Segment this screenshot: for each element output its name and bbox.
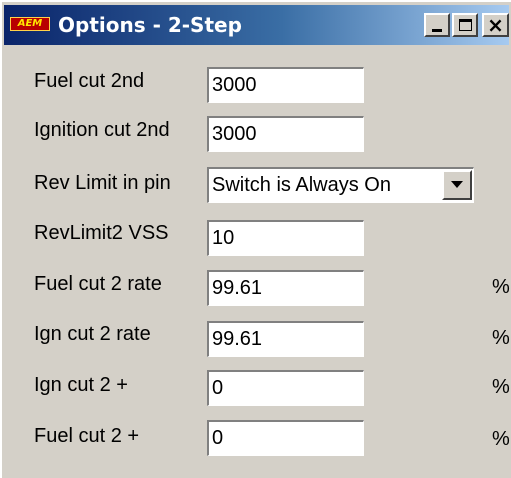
rev-limit-in-pin-value: Switch is Always On	[212, 174, 391, 196]
ign-cut-2-plus-unit: %	[492, 376, 510, 398]
ign-cut-2-rate-input[interactable]: 99.61	[207, 321, 364, 357]
ign-cut-2-rate-label: Ign cut 2 rate	[34, 323, 151, 345]
fuel-cut-2nd-label: Fuel cut 2nd	[34, 70, 145, 92]
options-form: Fuel cut 2nd 3000 Ignition cut 2nd 3000 …	[2, 45, 511, 478]
rev-limit-in-pin-select[interactable]: Switch is Always On	[207, 167, 474, 203]
ign-cut-2-plus-label: Ign cut 2 +	[34, 374, 128, 396]
title-bar[interactable]: AEM Options - 2-Step ×	[4, 5, 509, 45]
ignition-cut-2nd-label: Ignition cut 2nd	[34, 119, 170, 141]
fuel-cut-2-rate-input[interactable]: 99.61	[207, 270, 364, 306]
close-icon: ×	[487, 13, 504, 37]
ign-cut-2-rate-unit: %	[492, 327, 510, 349]
minimize-button[interactable]	[424, 13, 450, 37]
ign-cut-2-plus-input[interactable]: 0	[207, 370, 364, 406]
maximize-icon	[459, 19, 472, 31]
rev-limit-in-pin-label: Rev Limit in pin	[34, 172, 171, 194]
maximize-button[interactable]	[452, 13, 478, 37]
close-button[interactable]: ×	[482, 13, 509, 37]
chevron-down-icon	[451, 181, 463, 188]
revlimit2-vss-input[interactable]: 10	[207, 220, 364, 256]
fuel-cut-2-rate-label: Fuel cut 2 rate	[34, 273, 162, 295]
minimize-icon	[432, 29, 442, 32]
dropdown-button[interactable]	[442, 170, 472, 200]
fuel-cut-2nd-input[interactable]: 3000	[207, 67, 364, 103]
window-title: Options - 2-Step	[58, 13, 242, 37]
fuel-cut-2-plus-unit: %	[492, 428, 510, 450]
aem-logo: AEM	[10, 17, 50, 31]
ignition-cut-2nd-input[interactable]: 3000	[207, 116, 364, 152]
fuel-cut-2-rate-unit: %	[492, 276, 510, 298]
fuel-cut-2-plus-input[interactable]: 0	[207, 420, 364, 456]
revlimit2-vss-label: RevLimit2 VSS	[34, 222, 169, 244]
options-window: AEM Options - 2-Step × Fuel cut 2nd 3000…	[0, 0, 511, 478]
fuel-cut-2-plus-label: Fuel cut 2 +	[34, 425, 140, 447]
